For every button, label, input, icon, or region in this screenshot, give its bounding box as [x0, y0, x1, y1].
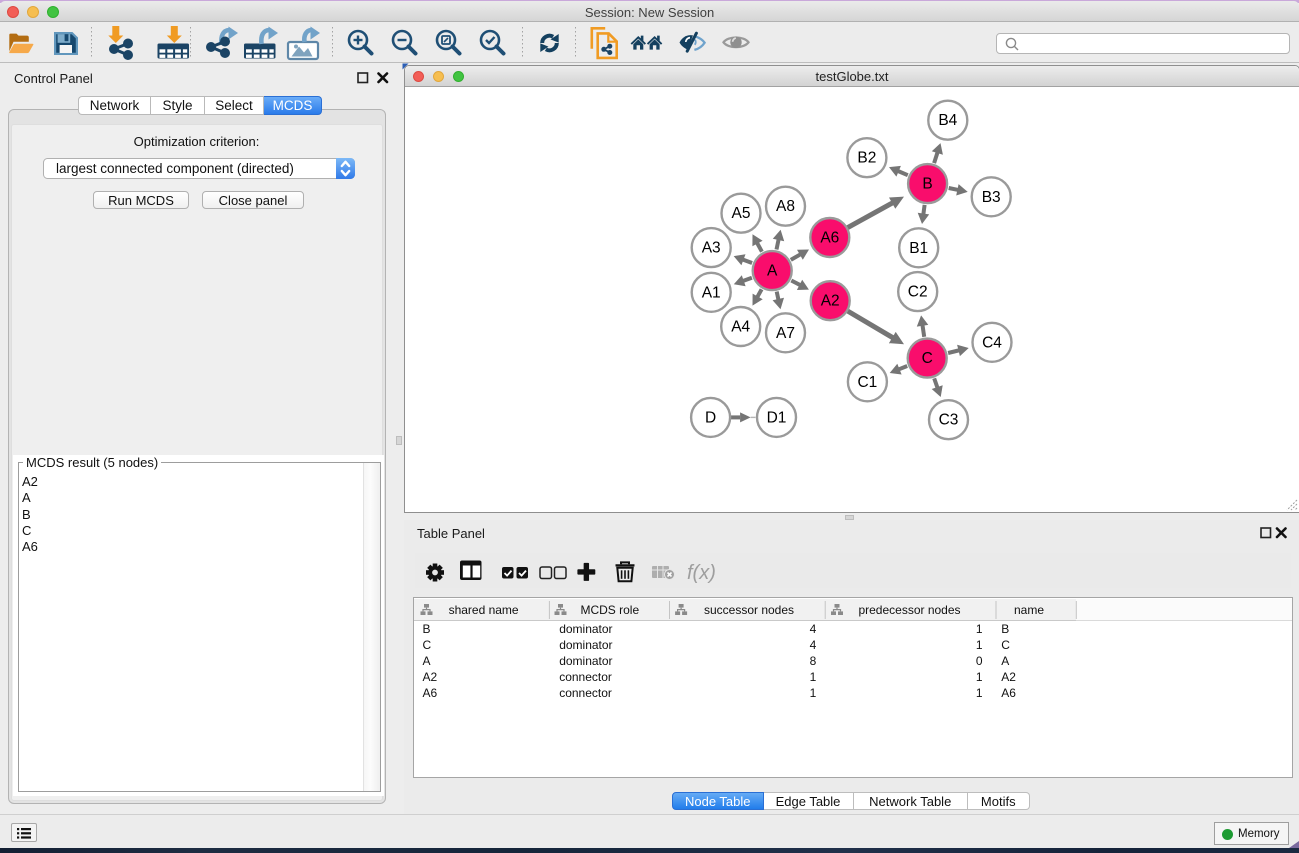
svg-text:C4: C4 — [982, 334, 1002, 351]
svg-text:B1: B1 — [909, 239, 928, 256]
svg-text:A8: A8 — [776, 198, 795, 215]
svg-text:A6: A6 — [820, 229, 839, 246]
svg-text:A5: A5 — [732, 205, 751, 222]
svg-text:C: C — [422, 638, 431, 652]
svg-text:dominator: dominator — [559, 654, 612, 668]
svg-text:predecessor nodes: predecessor nodes — [858, 603, 960, 617]
svg-text:B: B — [922, 175, 932, 192]
svg-text:A3: A3 — [702, 239, 721, 256]
svg-text:1: 1 — [975, 670, 982, 684]
svg-text:1: 1 — [809, 686, 816, 700]
svg-text:MCDS role: MCDS role — [580, 603, 639, 617]
svg-text:D1: D1 — [767, 409, 787, 426]
svg-text:dominator: dominator — [559, 638, 612, 652]
svg-text:D: D — [705, 409, 716, 426]
svg-text:name: name — [1013, 603, 1043, 617]
svg-text:C: C — [922, 350, 933, 367]
svg-text:shared name: shared name — [448, 603, 518, 617]
svg-text:4: 4 — [809, 638, 816, 652]
svg-text:A: A — [767, 262, 778, 279]
svg-text:1: 1 — [975, 638, 982, 652]
svg-text:dominator: dominator — [559, 622, 612, 636]
svg-text:B2: B2 — [857, 149, 876, 166]
svg-text:A2: A2 — [821, 292, 840, 309]
svg-text:A1: A1 — [702, 284, 721, 301]
svg-text:B3: B3 — [982, 188, 1001, 205]
svg-text:successor nodes: successor nodes — [703, 603, 793, 617]
svg-text:A: A — [1001, 654, 1009, 668]
svg-text:1: 1 — [975, 622, 982, 636]
svg-text:connector: connector — [559, 686, 612, 700]
svg-text:0: 0 — [975, 654, 982, 668]
svg-text:A2: A2 — [1001, 670, 1016, 684]
svg-text:A: A — [422, 654, 430, 668]
svg-text:A7: A7 — [776, 324, 795, 341]
svg-text:C3: C3 — [939, 411, 959, 428]
svg-text:A6: A6 — [422, 686, 437, 700]
svg-text:C1: C1 — [857, 373, 877, 390]
svg-text:B: B — [422, 622, 430, 636]
svg-text:C: C — [1001, 638, 1010, 652]
svg-text:8: 8 — [809, 654, 816, 668]
svg-text:B: B — [1001, 622, 1009, 636]
svg-text:4: 4 — [809, 622, 816, 636]
svg-text:f(x): f(x) — [687, 562, 716, 584]
svg-text:A6: A6 — [1001, 686, 1016, 700]
svg-text:1: 1 — [809, 670, 816, 684]
svg-text:1: 1 — [975, 686, 982, 700]
svg-text:C2: C2 — [908, 283, 928, 300]
svg-text:A2: A2 — [422, 670, 437, 684]
svg-text:A4: A4 — [731, 318, 750, 335]
svg-text:B4: B4 — [938, 112, 957, 129]
svg-text:connector: connector — [559, 670, 612, 684]
